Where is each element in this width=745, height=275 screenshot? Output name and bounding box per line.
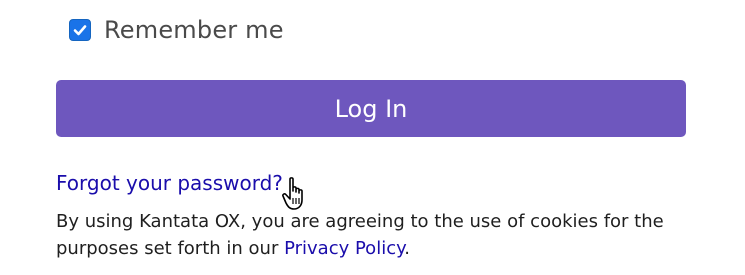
cookie-notice-period: . — [404, 238, 410, 259]
remember-me-row[interactable]: Remember me — [69, 14, 284, 46]
forgot-password-link[interactable]: Forgot your password? — [56, 170, 283, 196]
hand-pointer-icon — [282, 177, 303, 210]
cookie-notice: By using Kantata OX, you are agreeing to… — [56, 208, 716, 262]
login-button[interactable]: Log In — [56, 80, 686, 137]
privacy-policy-link[interactable]: Privacy Policy — [284, 238, 404, 259]
checkmark-icon — [73, 25, 87, 36]
remember-me-label[interactable]: Remember me — [104, 16, 284, 44]
remember-me-checkbox[interactable] — [69, 19, 91, 41]
